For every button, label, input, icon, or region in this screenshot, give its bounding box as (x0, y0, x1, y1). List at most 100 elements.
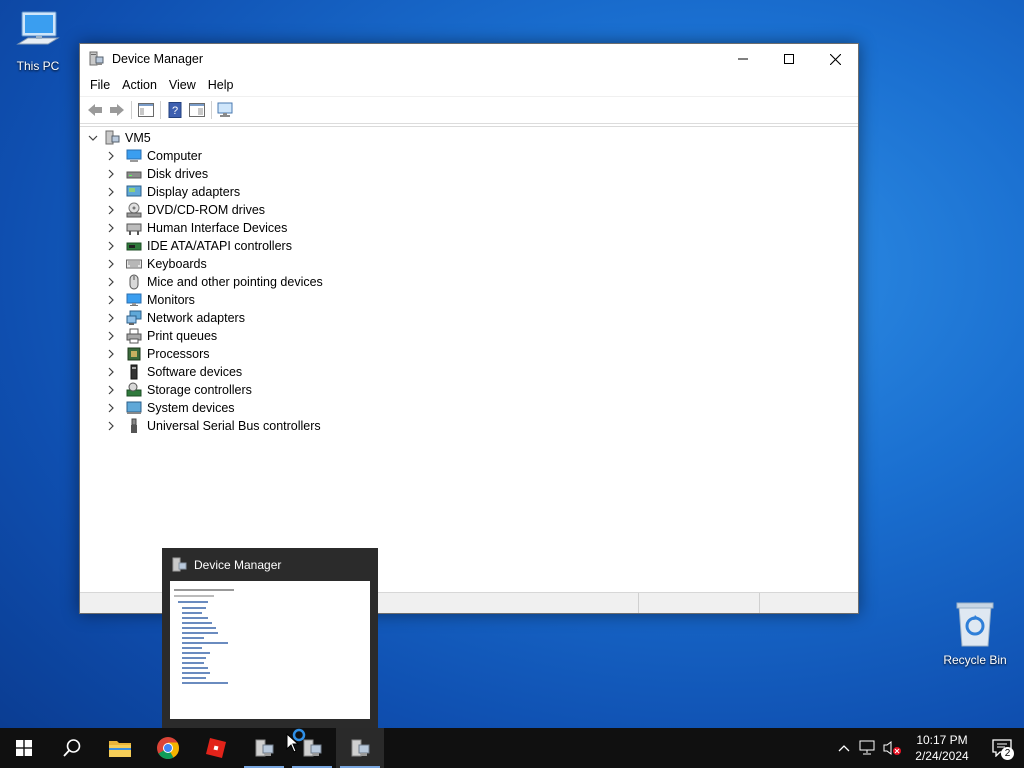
desktop-icon-this-pc[interactable]: This PC (6, 8, 70, 73)
tree-item-mice[interactable]: Mice and other pointing devices (104, 273, 323, 291)
chevron-right-icon[interactable] (104, 401, 118, 415)
maximize-button[interactable] (766, 44, 812, 74)
tree-item-software-devices[interactable]: Software devices (104, 363, 242, 381)
tree-item-display-adapters[interactable]: Display adapters (104, 183, 240, 201)
help-button[interactable]: ? (164, 99, 186, 121)
taskbar-chrome[interactable] (144, 728, 192, 768)
volume-button[interactable] (880, 728, 904, 768)
toolbar-separator (160, 101, 161, 119)
chevron-right-icon[interactable] (104, 383, 118, 397)
minimize-button[interactable] (720, 44, 766, 74)
chevron-right-icon[interactable] (104, 311, 118, 325)
network-status-button[interactable] (856, 728, 880, 768)
show-hide-console-tree-button[interactable] (135, 99, 157, 121)
tree-item-storage-controllers[interactable]: Storage controllers (104, 381, 252, 399)
taskbar-device-manager-1[interactable] (240, 728, 288, 768)
tree-root[interactable]: VM5 (86, 129, 151, 147)
scan-hardware-button[interactable] (215, 99, 237, 121)
chevron-right-icon[interactable] (104, 419, 118, 433)
device-manager-icon (89, 51, 104, 66)
preview-title: Device Manager (194, 558, 282, 572)
tree-item-label: System devices (147, 401, 235, 415)
taskbar-file-explorer[interactable] (96, 728, 144, 768)
monitor-icon (126, 293, 142, 306)
menu-help[interactable]: Help (202, 74, 240, 96)
chevron-right-icon[interactable] (104, 275, 118, 289)
tree-item-label: Computer (147, 149, 202, 163)
preview-thumbnail[interactable] (170, 581, 370, 719)
taskbar: 10:17 PM 2/24/2024 2 (0, 728, 1024, 768)
tree-item-print-queues[interactable]: Print queues (104, 327, 217, 345)
svg-text:?: ? (172, 105, 178, 117)
arrow-right-icon (110, 104, 124, 116)
taskbar-roblox[interactable] (192, 728, 240, 768)
chevron-right-icon[interactable] (104, 221, 118, 235)
processor-icon (127, 347, 141, 361)
chevron-right-icon[interactable] (104, 257, 118, 271)
tree-item-label: Mice and other pointing devices (147, 275, 323, 289)
status-pane (639, 593, 760, 613)
tree-item-usb-controllers[interactable]: Universal Serial Bus controllers (104, 417, 321, 435)
chevron-right-icon[interactable] (104, 167, 118, 181)
network-adapter-icon (126, 310, 142, 325)
chevron-right-icon[interactable] (104, 365, 118, 379)
menu-action[interactable]: Action (116, 74, 163, 96)
tree-item-label: IDE ATA/ATAPI controllers (147, 239, 292, 253)
computer-icon (126, 149, 142, 162)
chevron-right-icon[interactable] (104, 329, 118, 343)
chevron-right-icon[interactable] (104, 239, 118, 253)
clock-date: 2/24/2024 (915, 749, 969, 763)
tree-item-network-adapters[interactable]: Network adapters (104, 309, 245, 327)
tree-item-ide-ata-atapi-controllers[interactable]: IDE ATA/ATAPI controllers (104, 237, 292, 255)
tree-item-processors[interactable]: Processors (104, 345, 210, 363)
tree-item-human-interface-devices[interactable]: Human Interface Devices (104, 219, 287, 237)
tree-item-label: Network adapters (147, 311, 245, 325)
clock[interactable]: 10:17 PM 2/24/2024 (904, 732, 980, 764)
scan-hardware-icon (217, 102, 233, 117)
maximize-icon (784, 54, 794, 64)
tree-item-system-devices[interactable]: System devices (104, 399, 235, 417)
tree-item-dvd-cd-rom-drives[interactable]: DVD/CD-ROM drives (104, 201, 265, 219)
action-center-button[interactable]: 2 (980, 728, 1024, 768)
close-icon (829, 53, 841, 65)
tree-item-label: Processors (147, 347, 210, 361)
tree-root-label: VM5 (125, 131, 151, 145)
chevron-right-icon[interactable] (104, 203, 118, 217)
back-button[interactable] (84, 99, 106, 121)
desktop-icon-recycle-bin[interactable]: Recycle Bin (942, 600, 1008, 667)
roblox-icon (206, 738, 226, 758)
chevron-right-icon[interactable] (104, 347, 118, 361)
chevron-right-icon[interactable] (104, 149, 118, 163)
close-button[interactable] (812, 44, 858, 74)
search-button[interactable] (48, 728, 96, 768)
taskbar-device-manager-3[interactable] (336, 728, 384, 768)
title-bar[interactable]: Device Manager (80, 44, 858, 74)
chevron-down-icon[interactable] (86, 131, 100, 145)
properties-button[interactable] (186, 99, 208, 121)
tree-item-label: Display adapters (147, 185, 241, 199)
show-hidden-icons-button[interactable] (832, 728, 856, 768)
tree-item-computer[interactable]: Computer (104, 147, 202, 165)
status-pane (760, 593, 858, 613)
tree-item-disk-drives[interactable]: Disk drives (104, 165, 208, 183)
toolbar-separator (211, 101, 212, 119)
computer-icon (105, 130, 120, 145)
tree-item-keyboards[interactable]: Keyboards (104, 255, 207, 273)
network-icon (859, 740, 875, 755)
tree-item-label: Disk drives (147, 167, 209, 181)
chevron-right-icon[interactable] (104, 293, 118, 307)
taskbar-thumbnail-preview[interactable]: Device Manager (162, 548, 378, 728)
notification-count-badge: 2 (1001, 747, 1014, 760)
desktop-icon-label: Recycle Bin (943, 653, 1007, 667)
start-button[interactable] (0, 728, 48, 768)
ide-controller-icon (126, 242, 142, 251)
computer-icon (16, 11, 60, 45)
chrome-icon (157, 737, 179, 759)
system-tray: 10:17 PM 2/24/2024 2 (832, 728, 1024, 768)
hid-icon (126, 223, 142, 235)
chevron-right-icon[interactable] (104, 185, 118, 199)
tree-item-monitors[interactable]: Monitors (104, 291, 195, 309)
menu-file[interactable]: File (84, 74, 116, 96)
forward-button[interactable] (106, 99, 128, 121)
menu-view[interactable]: View (163, 74, 202, 96)
